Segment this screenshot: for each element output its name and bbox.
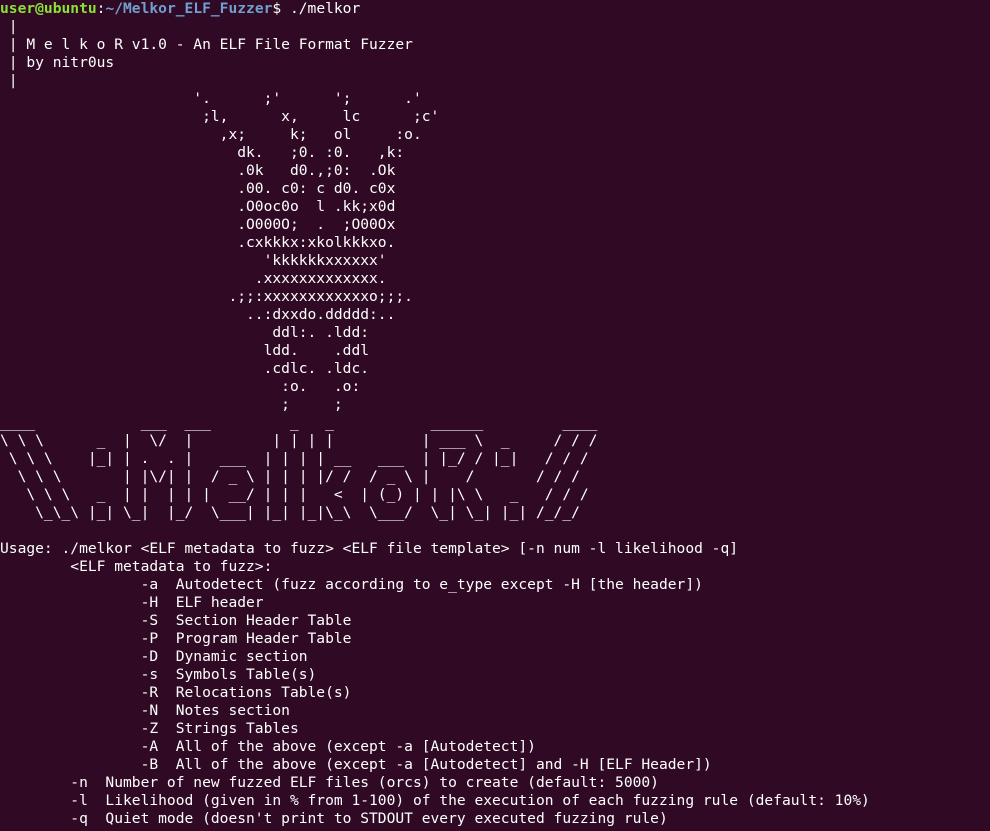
usage-line: -H ELF header bbox=[0, 594, 264, 611]
header-line: | M e l k o R v1.0 - An ELF File Format … bbox=[0, 36, 413, 53]
command-text: ./melkor bbox=[289, 0, 361, 17]
prompt-symbol: $ bbox=[272, 0, 290, 17]
banner-line: \ \ \ |_| | . . | ___ | | | | __ ___ | |… bbox=[0, 450, 589, 467]
ascii-art-line: ;l, x, lc ;c' bbox=[0, 108, 440, 125]
usage-line: -A All of the above (except -a [Autodete… bbox=[0, 738, 536, 755]
terminal-window[interactable]: user@ubuntu:~/Melkor_ELF_Fuzzer$ ./melko… bbox=[0, 0, 990, 831]
usage-line: Usage: ./melkor <ELF metadata to fuzz> <… bbox=[0, 540, 739, 557]
header-line: | bbox=[0, 72, 18, 89]
ascii-art-line: dk. ;0. :0. ,k: bbox=[0, 144, 405, 161]
usage-line: -n Number of new fuzzed ELF files (orcs)… bbox=[0, 774, 659, 791]
usage-line: -R Relocations Table(s) bbox=[0, 684, 352, 701]
ascii-art-line: 'kkkkkkxxxxxx' bbox=[0, 252, 387, 269]
ascii-art-line: .cdlc. .ldc. bbox=[0, 360, 370, 377]
ascii-art-line: ,x; k; ol :o. bbox=[0, 126, 422, 143]
ascii-art-line: ..:dxxdo.ddddd:.. bbox=[0, 306, 396, 323]
ascii-art-line: '. ;' '; .' bbox=[0, 90, 422, 107]
shell-prompt-line: user@ubuntu:~/Melkor_ELF_Fuzzer$ ./melko… bbox=[0, 0, 990, 18]
usage-line: -N Notes section bbox=[0, 702, 290, 719]
usage-line: -D Dynamic section bbox=[0, 648, 308, 665]
ascii-art-line: ; ; bbox=[0, 396, 343, 413]
banner-line: ____ ___ ___ _ _ ______ ____ bbox=[0, 414, 598, 431]
usage-line: -P Program Header Table bbox=[0, 630, 352, 647]
header-line: | by nitr0us bbox=[0, 54, 115, 71]
ascii-art-line: .cxkkkx:xkolkkkxo. bbox=[0, 234, 396, 251]
header-line: | bbox=[0, 18, 18, 35]
usage-line: -Z Strings Tables bbox=[0, 720, 299, 737]
ascii-art-line: :o. .o: bbox=[0, 378, 361, 395]
ascii-art-line: .O0oc0o l .kk;x0d bbox=[0, 198, 396, 215]
usage-line bbox=[0, 522, 990, 540]
usage-line: -S Section Header Table bbox=[0, 612, 352, 629]
banner-line: \_\_\ |_| \_| |_/ \___| |_| |_|\_\ \___/… bbox=[0, 504, 580, 521]
ascii-art-line: ldd. .ddl bbox=[0, 342, 370, 359]
banner-line: \ \ \ _ | | | | | __/ | | | < | (_) | | … bbox=[0, 486, 589, 503]
usage-line: -q Quiet mode (doesn't print to STDOUT e… bbox=[0, 810, 668, 827]
ascii-art-line: .xxxxxxxxxxxxx. bbox=[0, 270, 387, 287]
usage-line: -s Symbols Table(s) bbox=[0, 666, 317, 683]
prompt-path: ~/Melkor_ELF_Fuzzer bbox=[105, 0, 273, 17]
ascii-art-line: .00. c0: c d0. c0x bbox=[0, 180, 396, 197]
usage-line: -B All of the above (except -a [Autodete… bbox=[0, 756, 712, 773]
ascii-art-line: .;;:xxxxxxxxxxxxo;;;. bbox=[0, 288, 413, 305]
usage-line: -l Likelihood (given in % from 1-100) of… bbox=[0, 792, 870, 809]
banner-line: \ \ \ | |\/| | / _ \ | | | |/ / / _ \ | … bbox=[0, 468, 580, 485]
banner-line: \ \ \ _ | \/ | | | | | | ___ \ _ / / / bbox=[0, 432, 598, 449]
ascii-art-line: .O000O; . ;O00Ox bbox=[0, 216, 396, 233]
terminal-output: | | M e l k o R v1.0 - An ELF File Forma… bbox=[0, 18, 990, 828]
usage-line: -a Autodetect (fuzz according to e_type … bbox=[0, 576, 703, 593]
usage-line: <ELF metadata to fuzz>: bbox=[0, 558, 273, 575]
ascii-art-line: ddl:. .ldd: bbox=[0, 324, 370, 341]
ascii-art-line: .0k d0.,;0: .Ok bbox=[0, 162, 396, 179]
prompt-user-host: user@ubuntu bbox=[0, 0, 97, 17]
